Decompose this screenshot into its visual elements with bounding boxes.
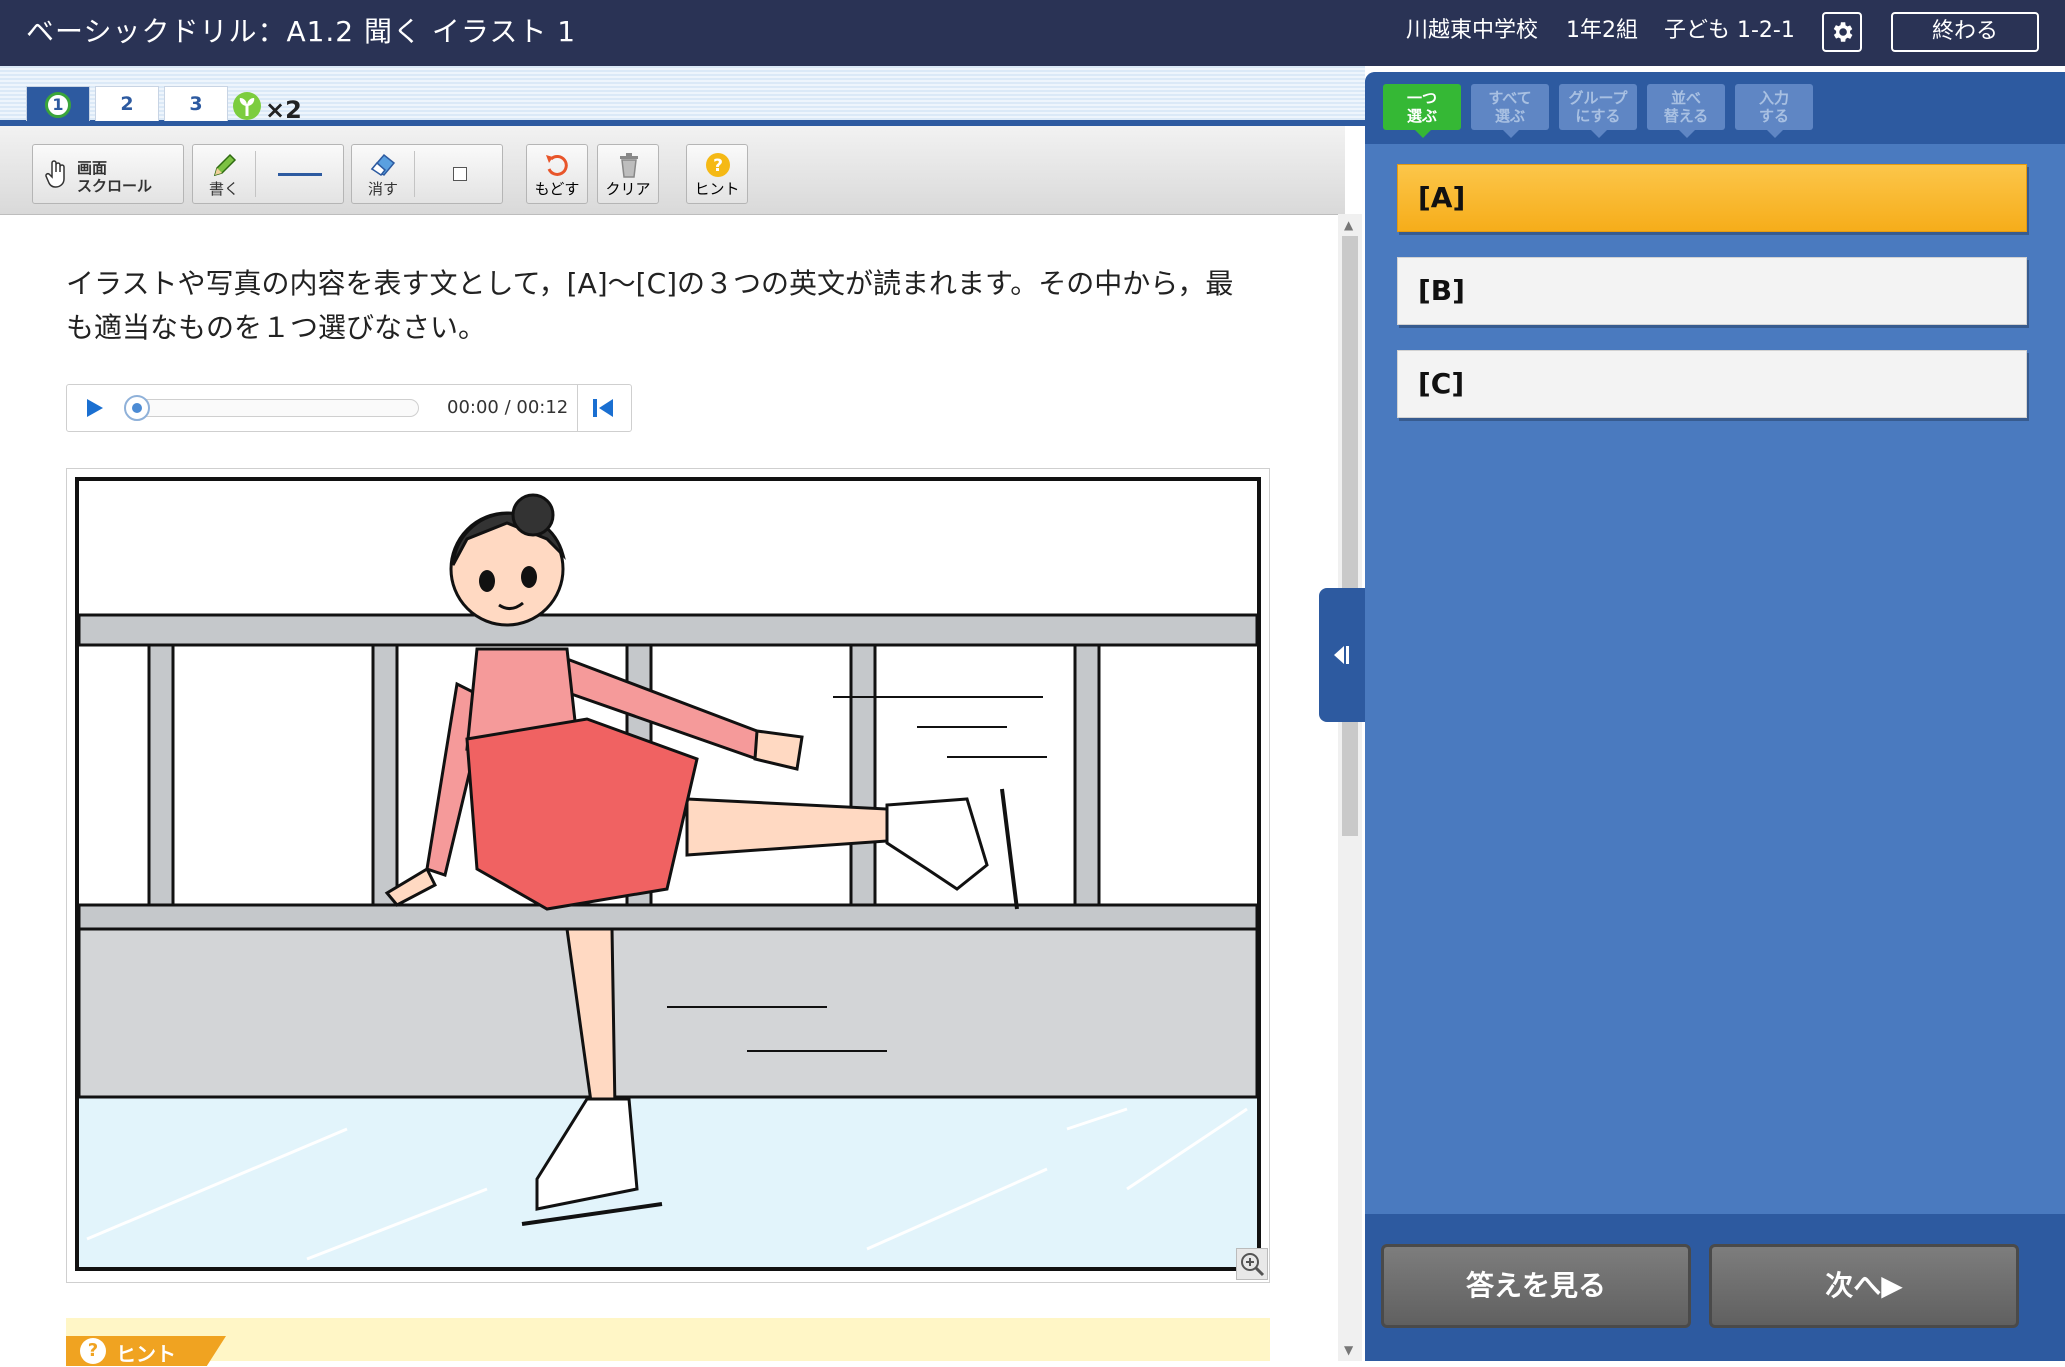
erase-tool-group: 消す (351, 144, 503, 204)
zoom-button[interactable] (1236, 1248, 1268, 1280)
choice-c[interactable]: [C] (1397, 350, 2027, 418)
gear-icon (1833, 22, 1853, 42)
app-title: ベーシックドリル：A1.2 聞く イラスト 1 (26, 15, 577, 48)
illustration-frame (66, 468, 1270, 1283)
erase-button[interactable]: 消す (352, 145, 414, 203)
answer-panel: 一つ 選ぶ すべて 選ぶ グループ にする 並べ 替える 入力 する [A] [… (1365, 72, 2065, 1361)
clear-label: クリア (605, 180, 651, 198)
answer-mode-bar: 一つ 選ぶ すべて 選ぶ グループ にする 並べ 替える 入力 する (1365, 72, 2065, 144)
title-bar: ベーシックドリル：A1.2 聞く イラスト 1 川越東中学校 1年2組 子ども … (0, 0, 2065, 66)
panel-bottom-bar: 答えを見る 次へ▶ (1365, 1214, 2065, 1361)
question-tabs: 1 2 3 (0, 66, 1365, 126)
audio-player: 00:00 / 00:12 (66, 384, 632, 432)
pencil-icon (213, 153, 237, 177)
scroll-down-arrow[interactable]: ▼ (1344, 1343, 1353, 1357)
scroll-mode-button[interactable]: 画面 スクロール (32, 144, 184, 204)
sprout-count: ×2 (265, 96, 302, 124)
question-text: イラストや写真の内容を表す文として，[A]～[C]の３つの英文が読まれます。その… (66, 267, 1234, 344)
write-button[interactable]: 書く (193, 145, 255, 203)
scroll-label-2: スクロール (77, 177, 153, 195)
seek-bar[interactable] (124, 395, 419, 421)
mode-select-one[interactable]: 一つ 選ぶ (1383, 84, 1461, 138)
seek-knob[interactable] (124, 395, 150, 421)
hand-icon (45, 160, 65, 188)
content-scrollbar[interactable]: ▲ ▼ (1338, 214, 1362, 1361)
tab-label: 1 (45, 92, 71, 118)
end-button[interactable]: 終わる (1891, 12, 2039, 52)
erase-label: 消す (367, 180, 398, 198)
line-width-button[interactable] (256, 145, 344, 203)
choice-a[interactable]: [A] (1397, 164, 2027, 232)
play-icon[interactable] (83, 397, 105, 419)
zoom-in-icon (1241, 1253, 1265, 1277)
hint-tag[interactable]: ? ヒント (66, 1336, 226, 1366)
hint-icon: ? (706, 153, 730, 177)
mode-reorder[interactable]: 並べ 替える (1647, 84, 1725, 138)
question-mark-icon: ? (80, 1338, 106, 1364)
skater-illustration (75, 477, 1261, 1271)
clear-button[interactable]: クリア (597, 144, 659, 204)
hint-section: ? ヒント (66, 1318, 1270, 1366)
rewind-to-start-icon[interactable] (591, 397, 615, 419)
scroll-up-arrow[interactable]: ▲ (1344, 218, 1353, 232)
erase-size-square (453, 167, 467, 181)
choice-b[interactable]: [B] (1397, 257, 2027, 325)
time-display: 00:00 / 00:12 (447, 397, 569, 418)
tab-3[interactable]: 3 (164, 86, 228, 121)
school-name: 川越東中学校 (1406, 18, 1539, 43)
erase-size-button[interactable] (415, 145, 503, 203)
next-button[interactable]: 次へ▶ (1709, 1244, 2019, 1328)
line-sample (278, 173, 322, 176)
write-tool-group: 書く (192, 144, 344, 204)
eraser-icon (370, 153, 396, 177)
hint-label: ヒント (694, 180, 740, 198)
mode-group[interactable]: グループ にする (1559, 84, 1637, 138)
panel-collapse-handle[interactable] (1319, 588, 1365, 722)
undo-button[interactable]: もどす (526, 144, 588, 204)
tab-2[interactable]: 2 (95, 86, 159, 121)
hint-tag-label: ヒント (116, 1342, 176, 1366)
class-name: 1年2組 (1566, 18, 1638, 43)
student-name: 子ども 1-2-1 (1664, 18, 1795, 43)
toolbar: 画面 スクロール 書く 消す もどす クリア ? ヒント (0, 126, 1345, 215)
scroll-thumb[interactable] (1342, 236, 1358, 836)
write-label: 書く (208, 180, 239, 198)
sprout-icon (233, 92, 261, 120)
mode-input[interactable]: 入力 する (1735, 84, 1813, 138)
mode-select-all[interactable]: すべて 選ぶ (1471, 84, 1549, 138)
collapse-arrow-icon (1334, 646, 1349, 664)
trash-icon (620, 153, 638, 178)
show-answer-button[interactable]: 答えを見る (1381, 1244, 1691, 1328)
undo-label: もどす (534, 180, 580, 198)
svg-text:?: ? (713, 156, 723, 176)
undo-icon (546, 154, 568, 176)
hint-button[interactable]: ? ヒント (686, 144, 748, 204)
tab-1[interactable]: 1 (26, 86, 90, 121)
settings-button[interactable] (1822, 12, 1862, 52)
